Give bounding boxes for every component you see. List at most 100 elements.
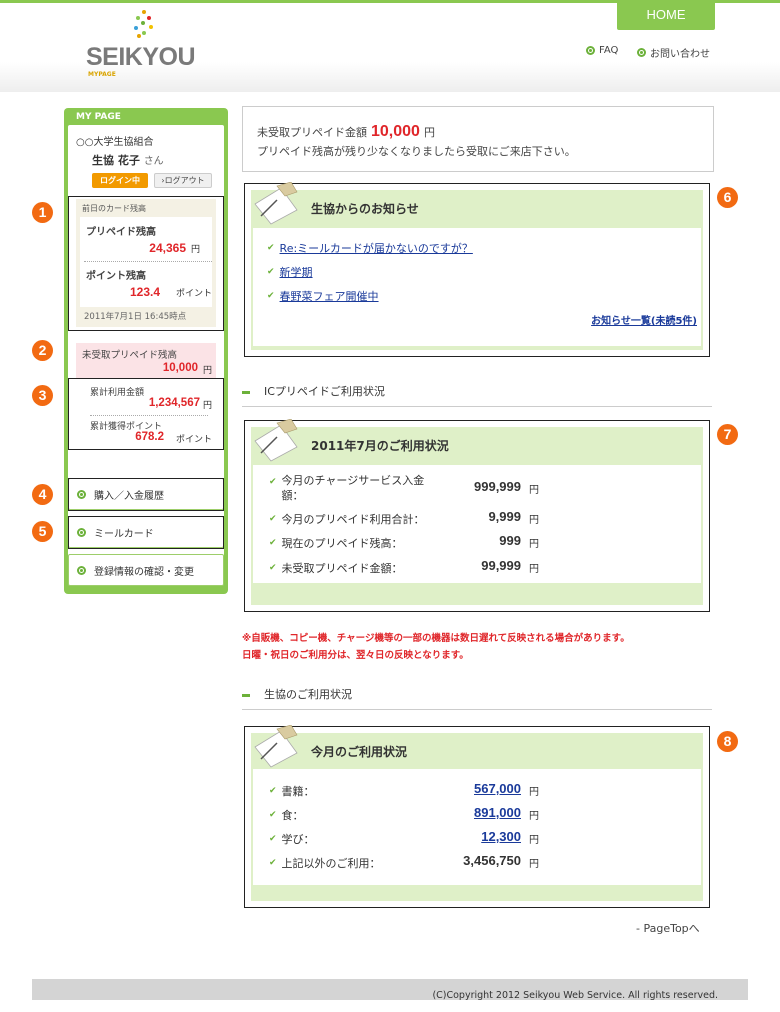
row-unit: 円 bbox=[529, 811, 539, 822]
divider bbox=[242, 709, 712, 710]
logo[interactable]: SEIKYOU MYPAGE bbox=[86, 10, 196, 78]
news-title: 生協からのお知らせ bbox=[311, 202, 419, 216]
row-label: 現在のプリペイド残高： bbox=[281, 537, 403, 550]
marker-4: 4 bbox=[32, 484, 53, 505]
check-icon: ✔ bbox=[269, 563, 277, 573]
pagetop-link[interactable]: - PageTopへ bbox=[636, 920, 700, 936]
logout-button[interactable]: ›ログアウト bbox=[154, 173, 212, 188]
check-icon: ✔ bbox=[269, 810, 277, 820]
unreceived-value: 10,000 bbox=[162, 362, 198, 374]
note-paper-icon bbox=[254, 419, 298, 462]
row-unit: 円 bbox=[529, 564, 539, 575]
marker-6: 6 bbox=[717, 187, 738, 208]
table-row: ✔ 食： bbox=[269, 807, 304, 823]
row-unit: 円 bbox=[529, 787, 539, 798]
row-value: 9,999 bbox=[488, 509, 521, 524]
annotation-box bbox=[68, 516, 224, 549]
sidebar-panel: ○○大学生協組合 生協 花子 さん ログイン中 ›ログアウト 前日のカード残高 … bbox=[68, 125, 224, 583]
note-paper-icon bbox=[254, 725, 298, 768]
dash-icon bbox=[242, 693, 250, 697]
ic-note-line1: ※自販機、コピー機、チャージ機等の一部の機器は数日遅れて反映される場合があります… bbox=[242, 633, 630, 644]
unreceived-label: 未受取プリペイド残高 bbox=[82, 350, 178, 361]
check-icon: ✔ bbox=[267, 243, 275, 253]
ic-usage-table: ✔ 今月のチャージサービス入金 額： 999,999 円 ✔ 今月のプリペイド利用合… bbox=[253, 465, 701, 583]
profile-edit-button[interactable]: 登録情報の確認・変更 bbox=[68, 554, 224, 586]
table-row: ✔ 今月のプリペイド利用合計： bbox=[269, 511, 425, 527]
row-label: 今月のプリペイド利用合計： bbox=[281, 513, 425, 526]
row-value: 999 bbox=[499, 533, 521, 548]
contact-link[interactable]: お問い合わせ bbox=[637, 45, 710, 60]
coop-usage-table: ✔ 書籍： 567,000 円 ✔ 食： 891,000 円 ✔ 学び： 12,300… bbox=[253, 769, 701, 885]
table-row: ✔ 学び： bbox=[269, 831, 315, 847]
row-value-link[interactable]: 891,000 bbox=[474, 805, 521, 820]
unreceived-panel: 未受取プリペイド残高 10,000 円 bbox=[76, 343, 216, 379]
note-paper-icon bbox=[254, 182, 298, 225]
check-icon: ✔ bbox=[267, 267, 275, 277]
news-more-link[interactable]: お知らせ一覧(未読5件) bbox=[591, 312, 697, 327]
coop-usage-card: 今月のご利用状況 ✔ 書籍： 567,000 円 ✔ 食： 891,000 円 ✔ 学… bbox=[244, 725, 710, 908]
row-value: 99,999 bbox=[481, 558, 521, 573]
sidebar-title: MY PAGE bbox=[76, 112, 121, 122]
news-link[interactable]: Re:ミールカードが届かないのですが？ bbox=[280, 240, 473, 256]
marker-3: 3 bbox=[32, 385, 53, 406]
annotation-box bbox=[68, 478, 224, 511]
table-row: ✔ 書籍： bbox=[269, 783, 315, 799]
table-row: ✔ 未受取プリペイド金額： bbox=[269, 560, 403, 576]
notice-label: 未受取プリペイド金額 bbox=[257, 126, 367, 139]
divider bbox=[242, 406, 712, 407]
org-name: ○○大学生協組合 bbox=[76, 137, 154, 148]
ic-note-line2: 日曜・祝日のご利用分は、翌々日の反映となります。 bbox=[242, 650, 469, 661]
row-value-link[interactable]: 567,000 bbox=[474, 781, 521, 796]
news-link[interactable]: 新学期 bbox=[280, 264, 313, 280]
row-unit: 円 bbox=[529, 539, 539, 550]
check-icon: ✔ bbox=[269, 538, 277, 548]
table-row: ✔ 現在のプリペイド残高： bbox=[269, 535, 403, 551]
list-item[interactable]: ✔ 新学期 bbox=[267, 264, 313, 280]
annotation-box bbox=[68, 196, 224, 331]
news-link[interactable]: 春野菜フェア開催中 bbox=[280, 288, 379, 304]
ic-section-heading: ICプリペイドご利用状況 bbox=[242, 383, 385, 399]
row-value-link[interactable]: 12,300 bbox=[481, 829, 521, 844]
marker-7: 7 bbox=[717, 424, 738, 445]
row-label: 未受取プリペイド金額： bbox=[281, 562, 403, 575]
check-icon: ✔ bbox=[267, 291, 275, 301]
unreceived-notice: 未受取プリペイド金額 10,000 円 プリペイド残高が残り少なくなりましたら受… bbox=[242, 106, 714, 172]
row-label: 今月のチャージサービス入金 額： bbox=[281, 474, 425, 502]
row-value: 999,999 bbox=[474, 479, 521, 494]
table-row: ✔ 今月のチャージサービス入金 額： bbox=[269, 473, 424, 503]
marker-5: 5 bbox=[32, 521, 53, 542]
annotation-box bbox=[68, 378, 224, 450]
marker-8: 8 bbox=[717, 731, 738, 752]
notice-message: プリペイド残高が残り少なくなりましたら受取にご来店下さい。 bbox=[257, 145, 576, 158]
news-card: 生協からのお知らせ ✔ Re:ミールカードが届かないのですが？ ✔ 新学期 ✔ 春野菜… bbox=[244, 182, 710, 357]
dash-icon bbox=[242, 390, 250, 394]
check-icon: ✔ bbox=[269, 834, 277, 844]
table-row: ✔ 上記以外のご利用： bbox=[269, 855, 381, 871]
row-unit: 円 bbox=[529, 515, 539, 526]
check-icon: ✔ bbox=[269, 786, 277, 796]
faq-label: FAQ bbox=[599, 45, 619, 56]
list-item[interactable]: ✔ 春野菜フェア開催中 bbox=[267, 288, 379, 304]
ic-usage-card: 2011年7月のご利用状況 ✔ 今月のチャージサービス入金 額： 999,999 … bbox=[244, 419, 710, 612]
row-label: 上記以外のご利用： bbox=[281, 857, 381, 870]
row-label: 学び： bbox=[281, 833, 315, 846]
row-label: 食： bbox=[281, 809, 304, 822]
login-status-badge: ログイン中 bbox=[92, 173, 148, 188]
notice-unit: 円 bbox=[423, 126, 435, 139]
bullet-circle-icon bbox=[586, 46, 595, 55]
row-value: 3,456,750 bbox=[463, 853, 521, 868]
coop-section-heading: 生協のご利用状況 bbox=[242, 686, 352, 702]
menu-label: 登録情報の確認・変更 bbox=[94, 566, 194, 578]
home-button[interactable]: HOME bbox=[617, 0, 715, 30]
news-list: ✔ Re:ミールカードが届かないのですが？ ✔ 新学期 ✔ 春野菜フェア開催中 お知ら… bbox=[253, 228, 701, 346]
unreceived-unit: 円 bbox=[202, 366, 212, 376]
coop-card-title: 今月のご利用状況 bbox=[311, 745, 408, 759]
row-label: 書籍： bbox=[281, 785, 315, 798]
logo-dots-icon bbox=[132, 10, 156, 40]
faq-link[interactable]: FAQ bbox=[586, 45, 618, 56]
list-item[interactable]: ✔ Re:ミールカードが届かないのですが？ bbox=[267, 240, 473, 256]
ic-card-title: 2011年7月のご利用状況 bbox=[311, 439, 449, 453]
bullet-circle-icon bbox=[637, 48, 646, 57]
notice-value: 10,000 bbox=[371, 123, 420, 140]
marker-1: 1 bbox=[32, 202, 53, 223]
